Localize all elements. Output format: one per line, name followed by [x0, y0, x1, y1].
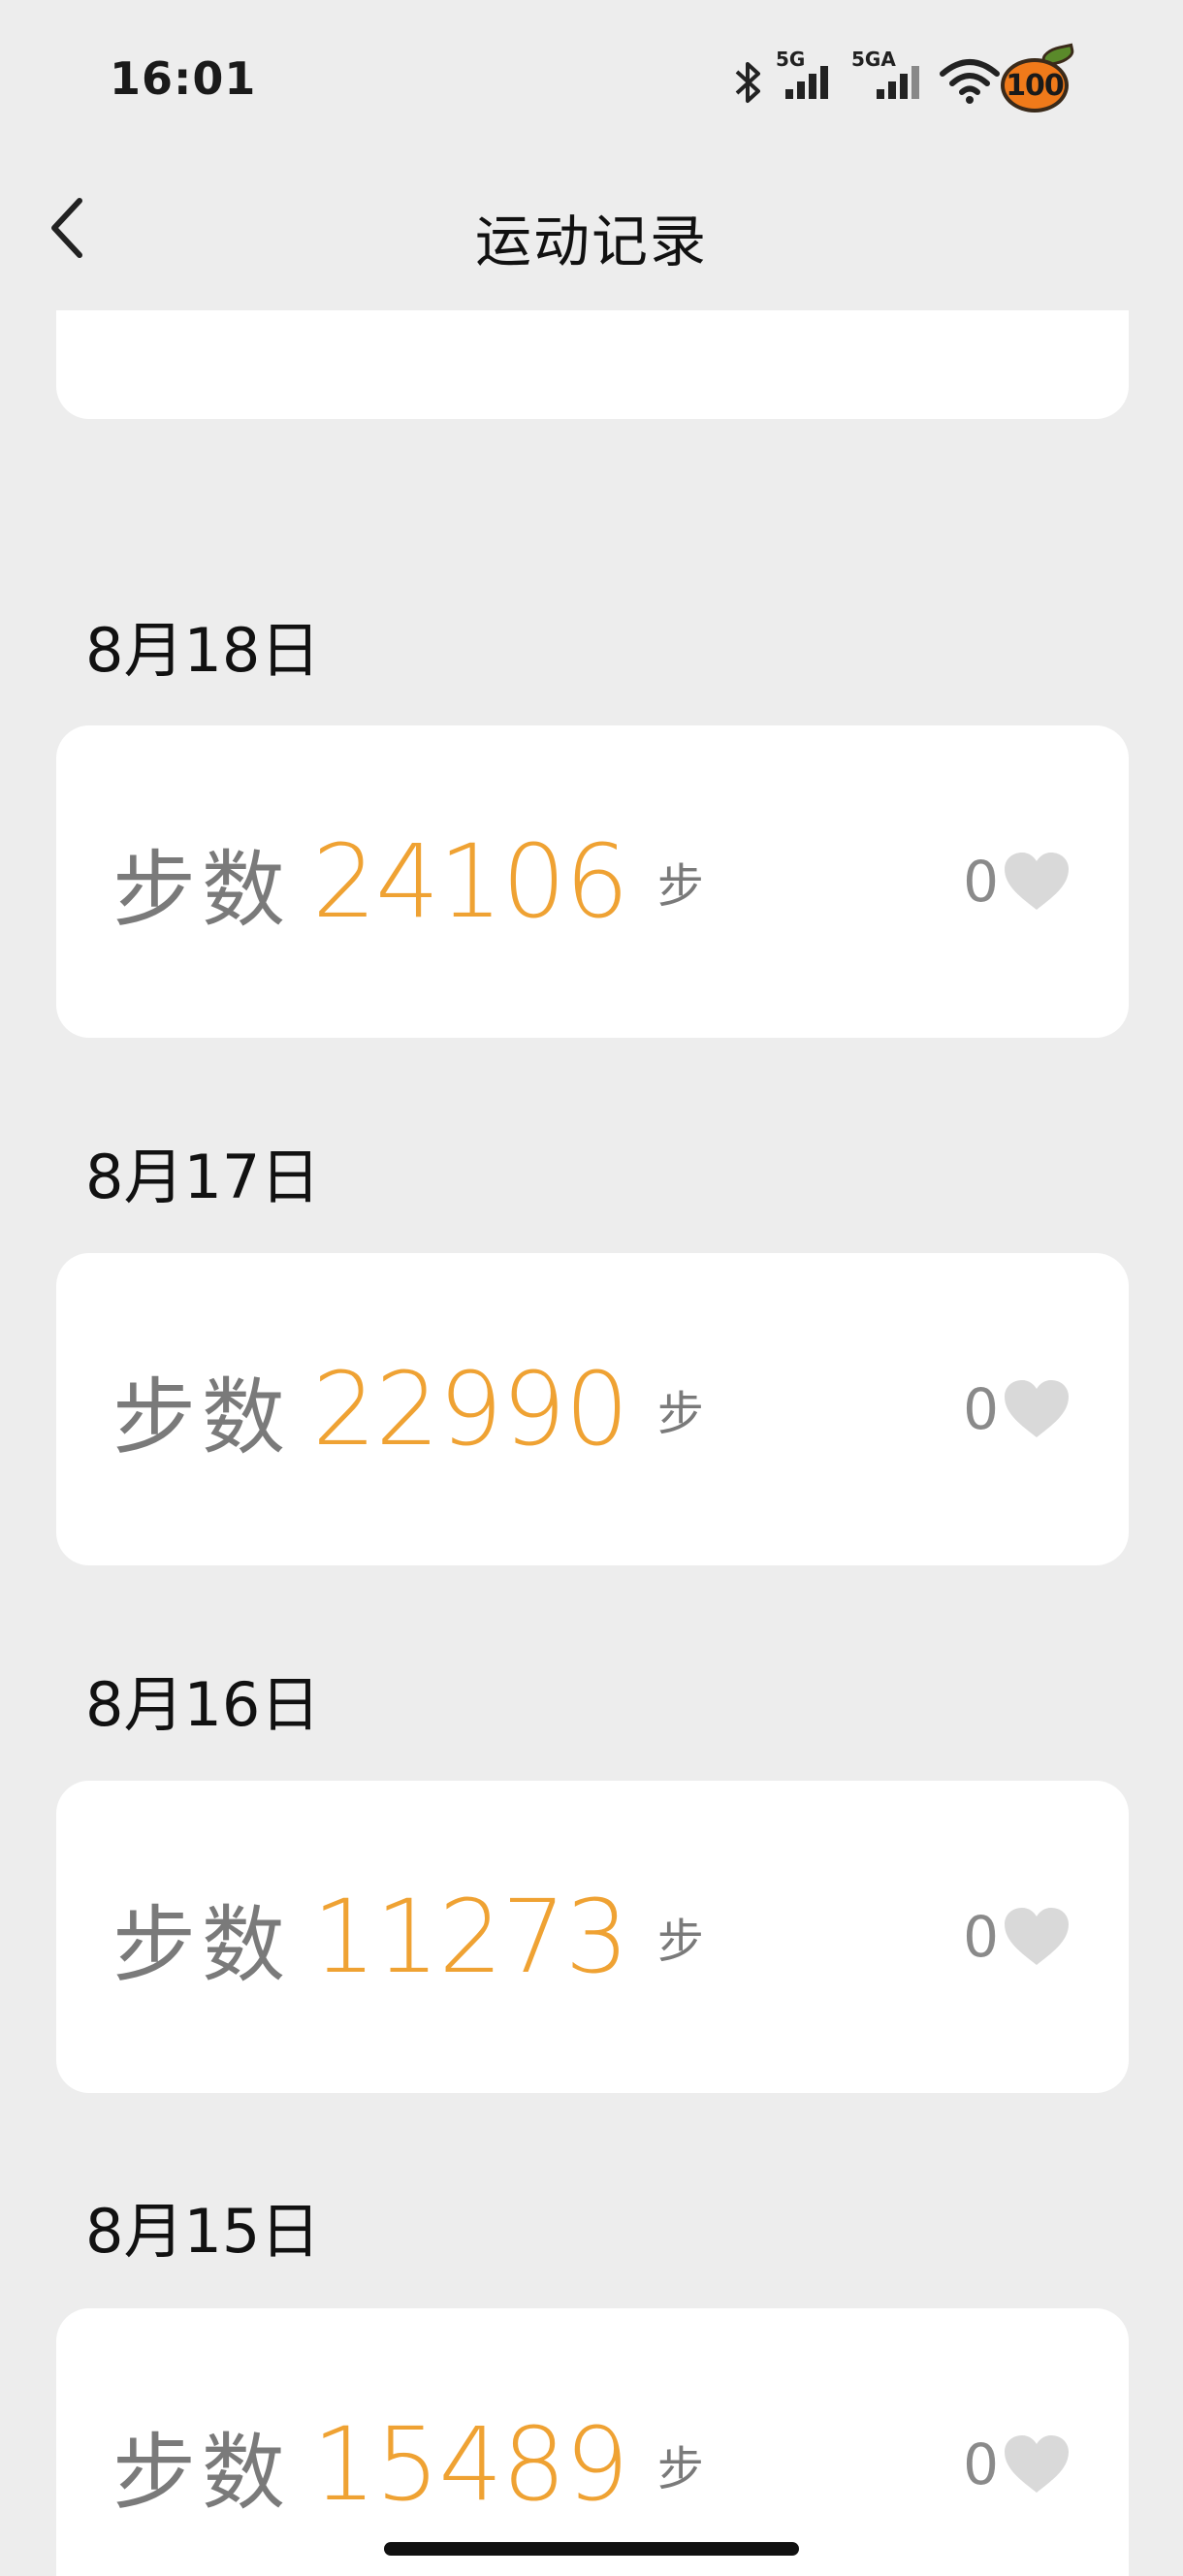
page-title: 运动记录	[474, 209, 708, 274]
record-list[interactable]: 步数 14072 步 0 8月18日 步数 24106 步 0	[0, 310, 1183, 2576]
steps-unit: 步	[656, 859, 704, 914]
home-indicator[interactable]	[384, 2542, 799, 2556]
battery-indicator: 100	[1001, 43, 1076, 113]
steps-value: 24106	[312, 822, 629, 941]
steps-unit: 步	[656, 2442, 704, 2496]
signal-5g-icon: 5G	[776, 48, 828, 99]
date-header: 8月18日	[85, 615, 321, 686]
date-header: 8月16日	[85, 1669, 321, 1740]
bluetooth-icon	[735, 62, 760, 103]
like-group: 0	[963, 310, 1071, 419]
step-summary: 步数 15489 步	[112, 2308, 704, 2576]
steps-value: 22990	[312, 1350, 629, 1468]
steps-label: 步数	[112, 841, 291, 939]
record-card[interactable]: 步数 11273 步 0	[56, 1781, 1129, 2093]
steps-unit: 步	[656, 1387, 704, 1441]
like-count: 0	[963, 1376, 999, 1442]
step-summary: 步数 14072 步	[112, 310, 704, 419]
steps-value: 14072	[312, 310, 629, 322]
like-group: 0	[963, 1781, 1071, 2093]
steps-value: 15489	[312, 2405, 629, 2524]
record-card[interactable]: 步数 15489 步 0	[56, 2308, 1129, 2576]
status-bar: 16:01 5G 5GA 100	[0, 0, 1183, 145]
step-summary: 步数 24106 步	[112, 725, 704, 1038]
signal-5g-label: 5G	[776, 48, 805, 71]
heart-icon[interactable]	[1003, 1907, 1071, 1967]
signal-5ga-icon: 5GA	[851, 48, 919, 99]
status-icons: 5G 5GA	[698, 43, 1183, 111]
battery-level: 100	[1001, 58, 1069, 113]
date-header: 8月15日	[85, 2196, 321, 2267]
nav-header: 运动记录	[0, 145, 1183, 310]
signal-5ga-label: 5GA	[851, 48, 896, 71]
steps-label: 步数	[112, 1896, 291, 1994]
record-card[interactable]: 步数 22990 步 0	[56, 1253, 1129, 1565]
heart-icon[interactable]	[1003, 2434, 1071, 2495]
like-count: 0	[963, 849, 999, 915]
step-summary: 步数 22990 步	[112, 1253, 704, 1565]
step-summary: 步数 11273 步	[112, 1781, 704, 2093]
wifi-icon	[940, 59, 1000, 104]
date-header: 8月17日	[85, 1142, 321, 1212]
app-root: 16:01 5G 5GA 100 运动记录 8月18日 步数 24106 步 0…	[0, 0, 1183, 2576]
steps-label: 步数	[112, 1368, 291, 1466]
heart-icon[interactable]	[1003, 852, 1071, 912]
status-time: 16:01	[110, 52, 257, 105]
steps-unit: 步	[656, 1915, 704, 1969]
steps-value: 11273	[312, 1878, 629, 1996]
steps-label: 步数	[112, 2424, 291, 2522]
like-count: 0	[963, 1904, 999, 1970]
like-group: 0	[963, 725, 1071, 1038]
record-card[interactable]: 步数 24106 步 0	[56, 725, 1129, 1038]
heart-icon[interactable]	[1003, 1379, 1071, 1439]
steps-label: 步数	[112, 310, 291, 324]
record-card[interactable]: 步数 14072 步 0	[56, 310, 1129, 419]
like-count: 0	[963, 2431, 999, 2497]
like-group: 0	[963, 1253, 1071, 1565]
like-group: 0	[963, 2308, 1071, 2576]
